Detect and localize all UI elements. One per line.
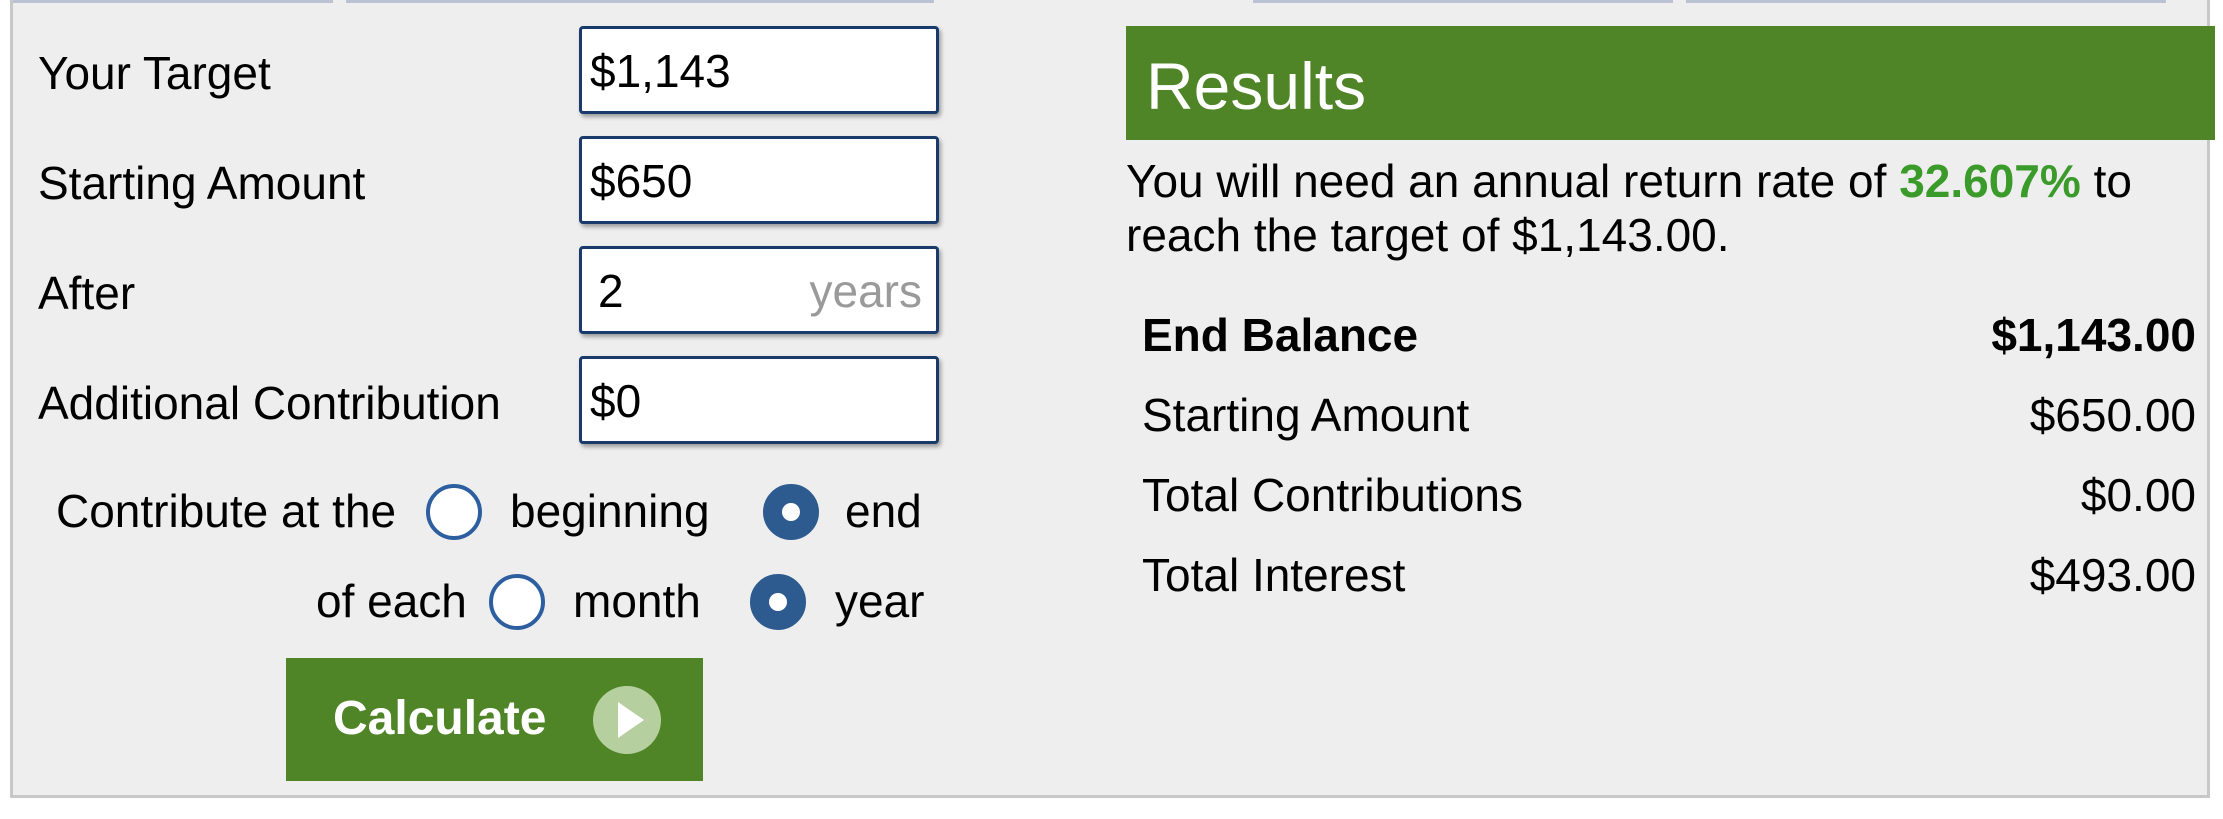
radio-beginning[interactable] bbox=[426, 484, 482, 540]
result-row-end-balance: End Balance $1,143.00 bbox=[1142, 305, 2196, 365]
summary-prefix: You will need an annual return rate of bbox=[1126, 155, 1887, 207]
years-unit: years bbox=[809, 265, 922, 317]
years-input[interactable]: 2 years bbox=[579, 246, 939, 334]
result-value: $493.00 bbox=[2029, 549, 2196, 601]
starting-amount-label: Starting Amount bbox=[38, 157, 366, 209]
result-value: $0.00 bbox=[2080, 469, 2196, 521]
tab-strip-segment bbox=[346, 0, 934, 3]
target-input[interactable]: $1,143 bbox=[579, 26, 939, 114]
result-label: Total Contributions bbox=[1142, 469, 1523, 521]
additional-contribution-input[interactable]: $0 bbox=[579, 356, 939, 444]
radio-end[interactable] bbox=[763, 484, 819, 540]
return-rate: 32.607% bbox=[1899, 155, 2081, 207]
play-icon bbox=[593, 686, 661, 754]
additional-contribution-value: $0 bbox=[590, 375, 642, 427]
target-label: Your Target bbox=[38, 47, 271, 99]
result-label: End Balance bbox=[1142, 309, 1419, 361]
radio-year-label[interactable]: year bbox=[835, 571, 924, 631]
tab-strip-segment bbox=[13, 0, 333, 3]
starting-amount-input[interactable]: $650 bbox=[579, 136, 939, 224]
results-header: Results bbox=[1126, 26, 2215, 140]
result-label: Total Interest bbox=[1142, 549, 1406, 601]
radio-month-label[interactable]: month bbox=[573, 571, 701, 631]
of-each-label: of each bbox=[316, 575, 467, 627]
calculate-button[interactable]: Calculate bbox=[286, 658, 703, 781]
result-row-total-contributions: Total Contributions $0.00 bbox=[1142, 465, 2196, 525]
result-row-total-interest: Total Interest $493.00 bbox=[1142, 545, 2196, 605]
radio-beginning-label[interactable]: beginning bbox=[510, 481, 710, 541]
result-label: Starting Amount bbox=[1142, 389, 1470, 441]
starting-amount-value: $650 bbox=[590, 155, 693, 207]
radio-end-label[interactable]: end bbox=[845, 481, 922, 541]
result-row-starting-amount: Starting Amount $650.00 bbox=[1142, 385, 2196, 445]
contribute-at-label: Contribute at the bbox=[56, 485, 397, 537]
calculate-label: Calculate bbox=[333, 692, 547, 745]
tab-strip-segment bbox=[1686, 0, 2166, 3]
results-title: Results bbox=[1146, 49, 1367, 123]
tab-strip-segment bbox=[1253, 0, 1673, 3]
years-value: 2 bbox=[598, 265, 624, 317]
calculator-panel: Your Target $1,143 Starting Amount $650 … bbox=[10, 0, 2215, 798]
results-summary: You will need an annual return rate of 3… bbox=[1126, 154, 2216, 262]
result-value: $1,143.00 bbox=[1991, 309, 2196, 361]
radio-month[interactable] bbox=[489, 574, 545, 630]
result-value: $650.00 bbox=[2029, 389, 2196, 441]
radio-year[interactable] bbox=[750, 574, 806, 630]
target-value: $1,143 bbox=[590, 45, 731, 97]
additional-contribution-label: Additional Contribution bbox=[38, 377, 501, 429]
after-label: After bbox=[38, 267, 136, 319]
